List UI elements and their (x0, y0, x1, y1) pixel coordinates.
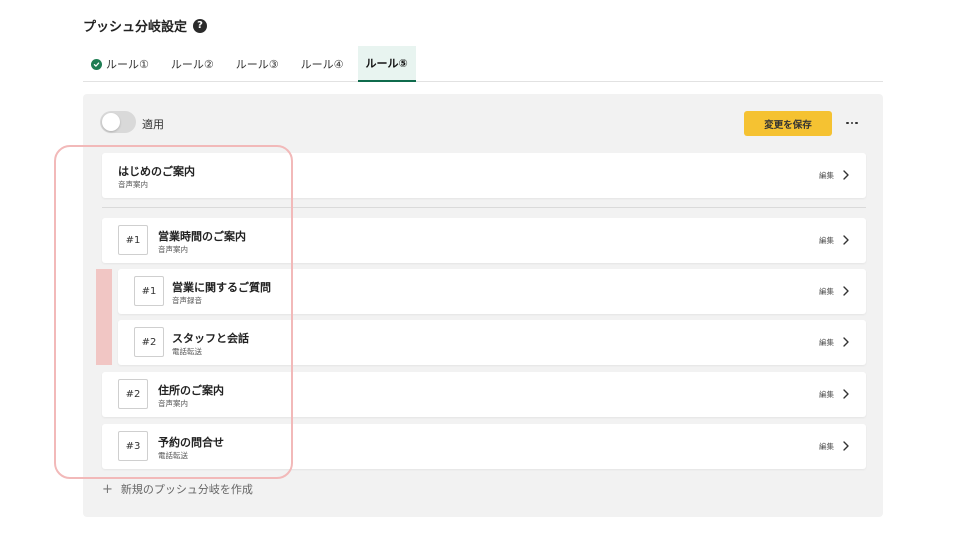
chevron-right-icon[interactable] (840, 285, 852, 297)
row-title: 営業時間のご案内 (158, 230, 246, 243)
edit-link[interactable]: 編集 (819, 337, 834, 348)
tab-label: ルール① (106, 58, 149, 71)
row-title: スタッフと会話 (172, 332, 249, 345)
tab-label: ルール③ (235, 58, 279, 71)
branch-number: #2 (118, 379, 148, 409)
row-subtitle: 音声案内 (118, 180, 148, 189)
row-title: はじめのご案内 (118, 165, 195, 178)
save-button[interactable]: 変更を保存 (744, 111, 832, 136)
nested-branch-row[interactable]: #2 スタッフと会話 電話転送 編集 (118, 320, 866, 365)
row-subtitle: 音声案内 (158, 245, 188, 254)
rule-tabs: ルール① ルール② ルール③ ルール④ ルール⑤ (83, 46, 883, 82)
branch-number: #1 (134, 276, 164, 306)
tab-label: ルール④ (300, 58, 344, 71)
row-subtitle: 音声案内 (158, 399, 188, 408)
help-icon[interactable]: ? (193, 18, 208, 33)
tab-rule-1[interactable]: ルール① (83, 46, 157, 82)
tab-label: ルール⑤ (365, 57, 408, 70)
create-branch-label: 新規のプッシュ分岐を作成 (120, 483, 253, 496)
branch-number: #1 (118, 225, 148, 255)
toggle-knob (102, 113, 120, 131)
check-circle-icon (91, 58, 102, 70)
nested-branch-row[interactable]: #1 営業に関するご質問 音声録音 編集 (118, 269, 866, 314)
row-title: 予約の問合せ (158, 436, 224, 449)
branch-number: #2 (134, 327, 164, 357)
tab-rule-3[interactable]: ルール③ (228, 46, 287, 82)
edit-link[interactable]: 編集 (819, 170, 834, 181)
page-title: プッシュ分岐設定 (83, 20, 188, 35)
chevron-right-icon[interactable] (840, 234, 852, 246)
nested-indicator-bar (96, 269, 112, 365)
row-subtitle: 電話転送 (158, 451, 188, 460)
tab-rule-2[interactable]: ルール② (163, 46, 222, 82)
row-title: 住所のご案内 (158, 384, 224, 397)
branch-row[interactable]: #2 住所のご案内 音声案内 編集 (102, 372, 866, 417)
edit-link[interactable]: 編集 (819, 286, 834, 297)
branch-number: #3 (118, 431, 148, 461)
chevron-right-icon[interactable] (840, 388, 852, 400)
create-branch-link[interactable]: + 新規のプッシュ分岐を作成 (102, 481, 253, 497)
row-subtitle: 電話転送 (172, 347, 202, 356)
chevron-right-icon[interactable] (840, 169, 852, 181)
apply-toggle[interactable] (100, 111, 136, 133)
title-row: プッシュ分岐設定 ? (83, 16, 208, 35)
plus-icon: + (102, 481, 113, 497)
chevron-right-icon[interactable] (840, 336, 852, 348)
row-subtitle: 音声録音 (172, 296, 202, 305)
divider (102, 207, 866, 208)
apply-toggle-label: 適用 (142, 118, 164, 131)
edit-link[interactable]: 編集 (819, 441, 834, 452)
edit-link[interactable]: 編集 (819, 389, 834, 400)
more-options-icon[interactable] (843, 114, 861, 132)
tab-label: ルール② (170, 58, 214, 71)
tab-rule-4[interactable]: ルール④ (293, 46, 352, 82)
branch-row[interactable]: #3 予約の問合せ 電話転送 編集 (102, 424, 866, 469)
edit-link[interactable]: 編集 (819, 235, 834, 246)
intro-row[interactable]: はじめのご案内 音声案内 編集 (102, 153, 866, 198)
tab-rule-5[interactable]: ルール⑤ (357, 46, 416, 82)
branch-row[interactable]: #1 営業時間のご案内 音声案内 編集 (102, 218, 866, 263)
branch-panel: 適用 変更を保存 はじめのご案内 音声案内 編集 #1 営業時間のご案内 音声案… (83, 94, 883, 517)
row-title: 営業に関するご質問 (172, 281, 271, 294)
chevron-right-icon[interactable] (840, 440, 852, 452)
